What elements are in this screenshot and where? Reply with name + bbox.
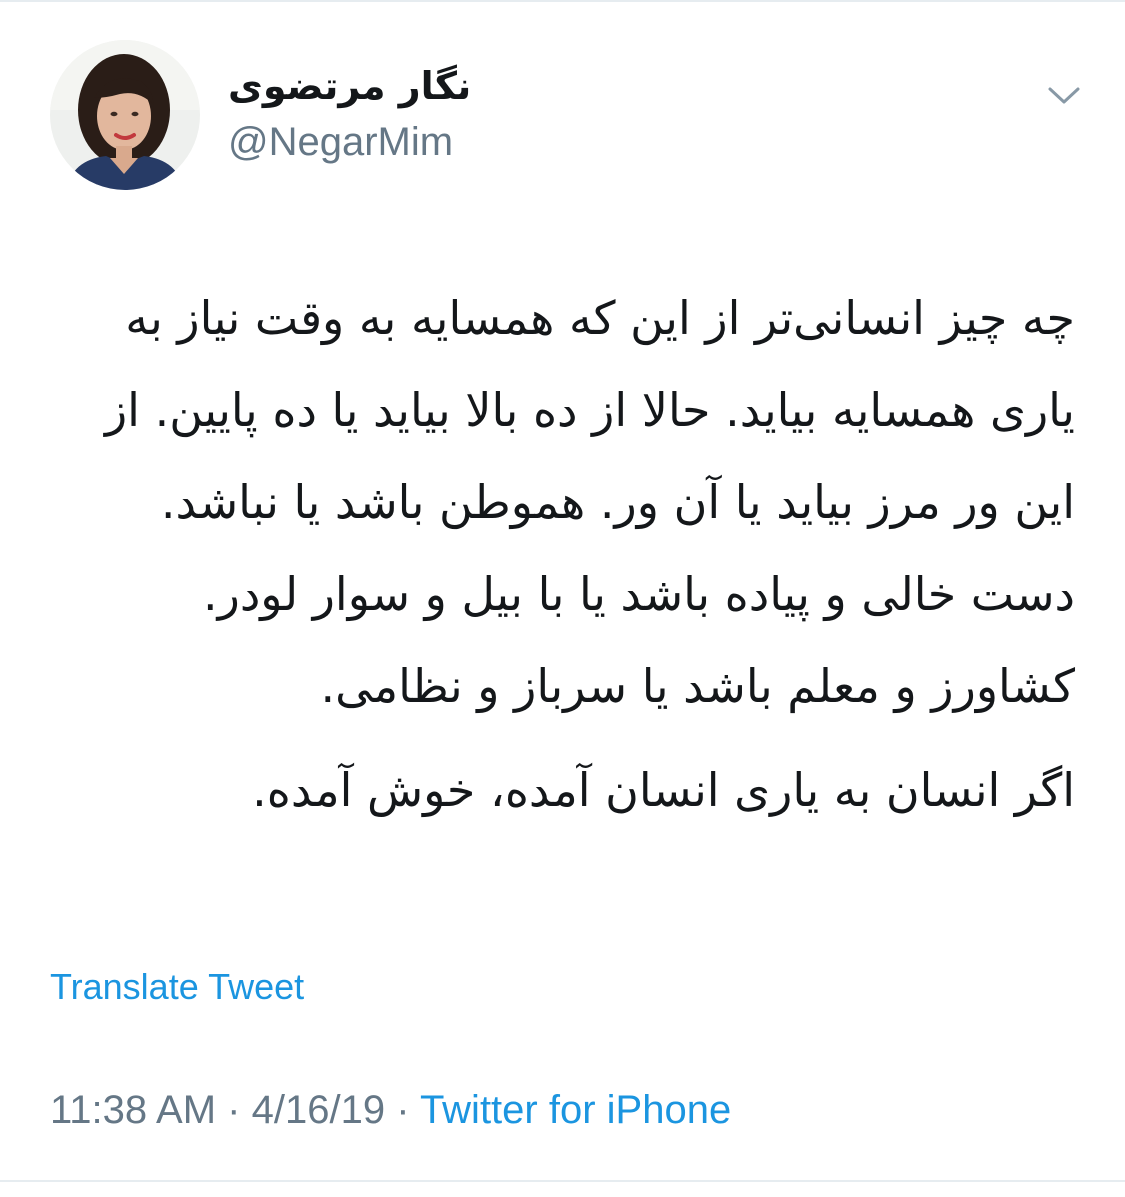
author-display-name[interactable]: نگار مرتضوی [228,62,471,110]
tweet-paragraph: چه چیز انسانی‌تر از این که همسایه به وقت… [104,291,1075,713]
tweet-date[interactable]: 4/16/19 [252,1088,385,1132]
top-divider [0,0,1125,2]
tweet-text: چه چیز انسانی‌تر از این که همسایه به وقت… [45,272,1075,836]
tweet-meta: 11:38 AM · 4/16/19 · Twitter for iPhone [50,1084,731,1136]
tweet-paragraph: اگر انسان به یاری انسان آمده، خوش آمده. [252,763,1075,817]
author-handle[interactable]: @NegarMim [228,118,453,166]
chevron-down-icon[interactable] [1044,80,1084,110]
bottom-divider [0,1180,1125,1182]
tweet-source-link[interactable]: Twitter for iPhone [420,1088,731,1132]
meta-separator: · [396,1088,410,1132]
avatar[interactable] [50,40,200,190]
meta-separator: · [227,1088,241,1132]
translate-tweet-link[interactable]: Translate Tweet [50,963,304,1011]
tweet-time[interactable]: 11:38 AM [50,1088,216,1132]
